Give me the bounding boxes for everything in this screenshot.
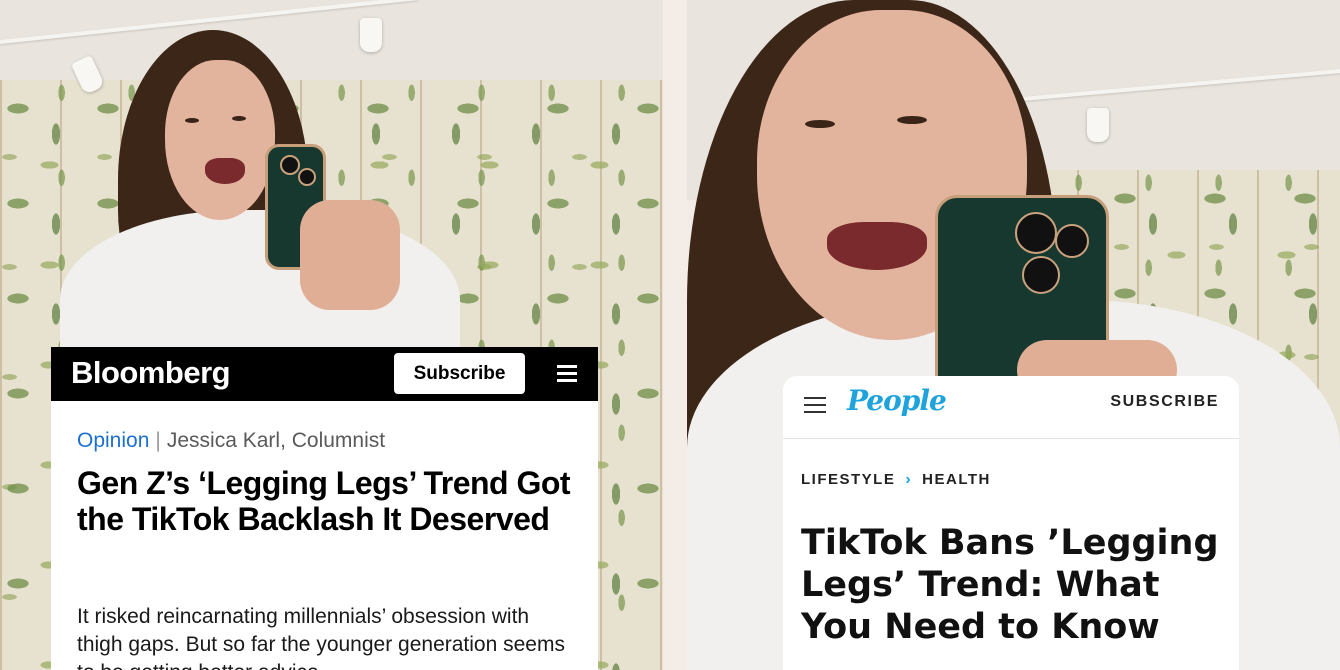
menu-line [557,365,577,368]
hamburger-menu-icon[interactable] [804,397,826,413]
byline-separator: | [155,429,161,452]
menu-line [557,372,577,375]
breadcrumb-health[interactable]: HEALTH [922,471,991,488]
people-logo[interactable]: People [847,384,947,417]
camera-lens [1015,212,1057,254]
track-light [360,18,382,52]
menu-line [557,379,577,382]
byline: Opinion | Jessica Karl, Columnist [77,429,385,453]
menu-line [804,397,826,399]
people-header: People SUBSCRIBE [783,376,1239,439]
people-article-card: People SUBSCRIBE LIFESTYLE › HEALTH TikTok… [783,376,1239,670]
mouth [205,158,245,184]
breadcrumb-lifestyle[interactable]: LIFESTYLE [801,471,895,488]
author-name[interactable]: Jessica Karl, Columnist [167,429,385,452]
track-light [1087,108,1109,142]
section-link[interactable]: Opinion [77,429,149,452]
bloomberg-header: Bloomberg Subscribe [51,347,598,401]
mouth [827,222,927,270]
screenshot: Bloomberg Subscribe Opinion | Jessica Karl… [0,0,1340,670]
menu-line [804,404,826,406]
eye [897,116,927,124]
bloomberg-subscribe-button[interactable]: Subscribe [394,353,525,394]
camera-lens [1022,256,1060,294]
bloomberg-logo[interactable]: Bloomberg [71,355,231,391]
panel-divider [663,0,687,670]
eye [805,120,835,128]
article-headline: Gen Z’s ‘Legging Legs’ Trend Got the Tik… [77,465,571,537]
camera-lens [1055,224,1089,258]
chevron-right-icon: › [905,471,913,488]
breadcrumb: LIFESTYLE › HEALTH [801,471,991,489]
hamburger-menu-icon[interactable] [557,365,577,383]
bloomberg-article-card: Bloomberg Subscribe Opinion | Jessica Karl… [51,347,598,670]
people-subscribe-button[interactable]: SUBSCRIBE [1110,393,1219,411]
camera-lens [280,155,300,175]
eye [185,118,199,123]
hand [300,200,400,310]
camera-lens [298,168,316,186]
menu-line [804,411,826,413]
eye [232,116,246,121]
face [165,60,275,220]
article-dek: It risked reincarnating millennials’ obs… [77,605,565,670]
article-headline: TikTok Bans ’Legging Legs’ Trend: What Y… [801,523,1219,647]
